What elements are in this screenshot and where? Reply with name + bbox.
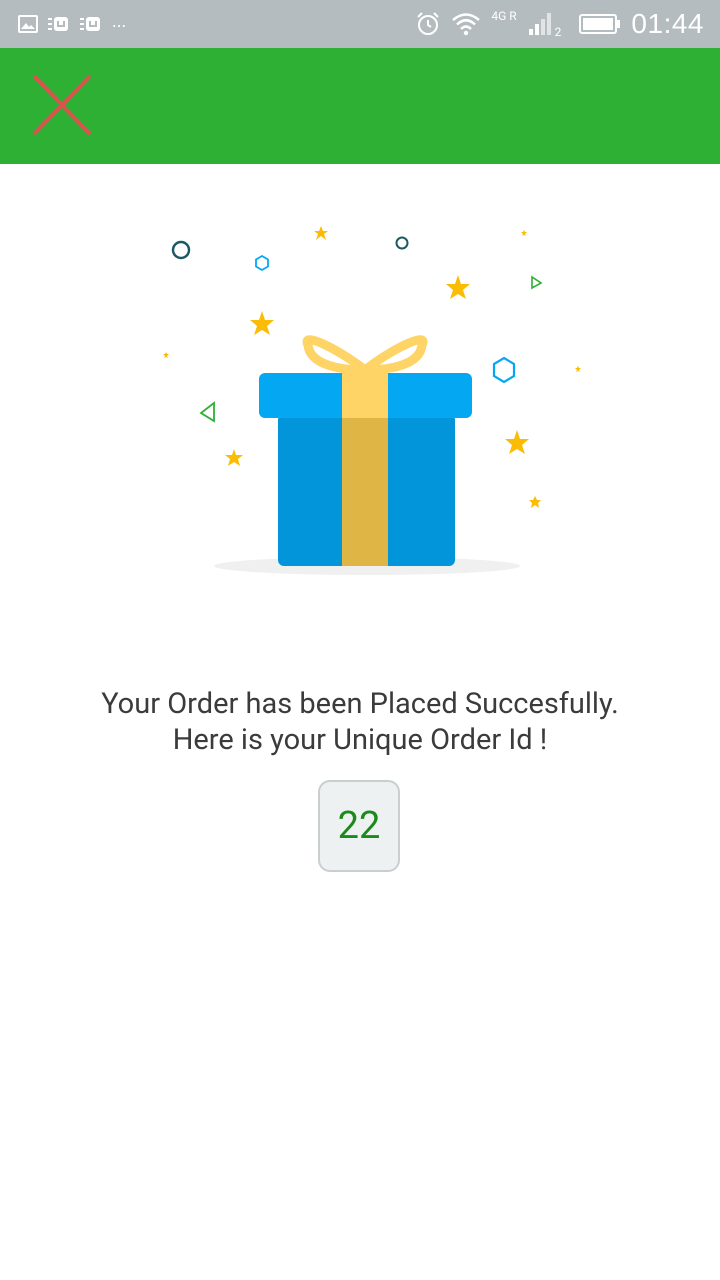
close-icon	[32, 74, 92, 136]
app-icon	[48, 17, 68, 31]
network-label: 4G R	[491, 9, 517, 23]
close-button[interactable]	[24, 68, 100, 144]
app-icon	[80, 17, 100, 31]
status-right-icons: 4G R 2 01:44	[415, 0, 704, 48]
confetti-triangle	[199, 401, 215, 423]
confetti-star	[446, 275, 470, 299]
wifi-icon	[452, 13, 481, 36]
gallery-icon	[18, 15, 38, 33]
gift-ribbon-vertical	[342, 414, 388, 566]
alarm-icon	[417, 12, 440, 35]
success-message: Your Order has been Placed Succesfully. …	[0, 686, 720, 758]
confetti-triangle	[531, 275, 543, 290]
gift-lid-ribbon	[342, 373, 388, 418]
order-id-box: 22	[318, 780, 400, 872]
confetti-star	[314, 226, 328, 240]
confetti-hexagon	[492, 356, 516, 384]
status-bar: ... 4G R 2 01:44	[0, 0, 720, 48]
confetti-star	[521, 230, 527, 236]
confetti-star	[225, 449, 243, 466]
confetti-star	[163, 352, 169, 358]
sim-slot-label: 2	[554, 25, 562, 39]
success-message-line1: Your Order has been Placed Succesfully.	[101, 687, 619, 721]
battery-icon	[579, 14, 621, 34]
order-id-value: 22	[337, 804, 381, 848]
confetti-hexagon	[255, 254, 269, 272]
confetti-star	[575, 366, 581, 372]
status-left-icons: ...	[18, 0, 126, 48]
gift-bow	[302, 335, 428, 375]
confetti-circle	[171, 240, 191, 260]
confetti-star	[250, 311, 274, 335]
confetti-star	[529, 496, 541, 508]
clock: 01:44	[631, 8, 704, 39]
confetti-circle	[395, 236, 409, 250]
signal-icon	[528, 13, 551, 35]
more-dots-icon: ...	[112, 10, 127, 32]
gift-icon	[163, 226, 581, 575]
confetti-star	[505, 430, 529, 454]
success-message-line2: Here is your Unique Order Id !	[172, 723, 548, 757]
app-bar	[0, 48, 720, 164]
